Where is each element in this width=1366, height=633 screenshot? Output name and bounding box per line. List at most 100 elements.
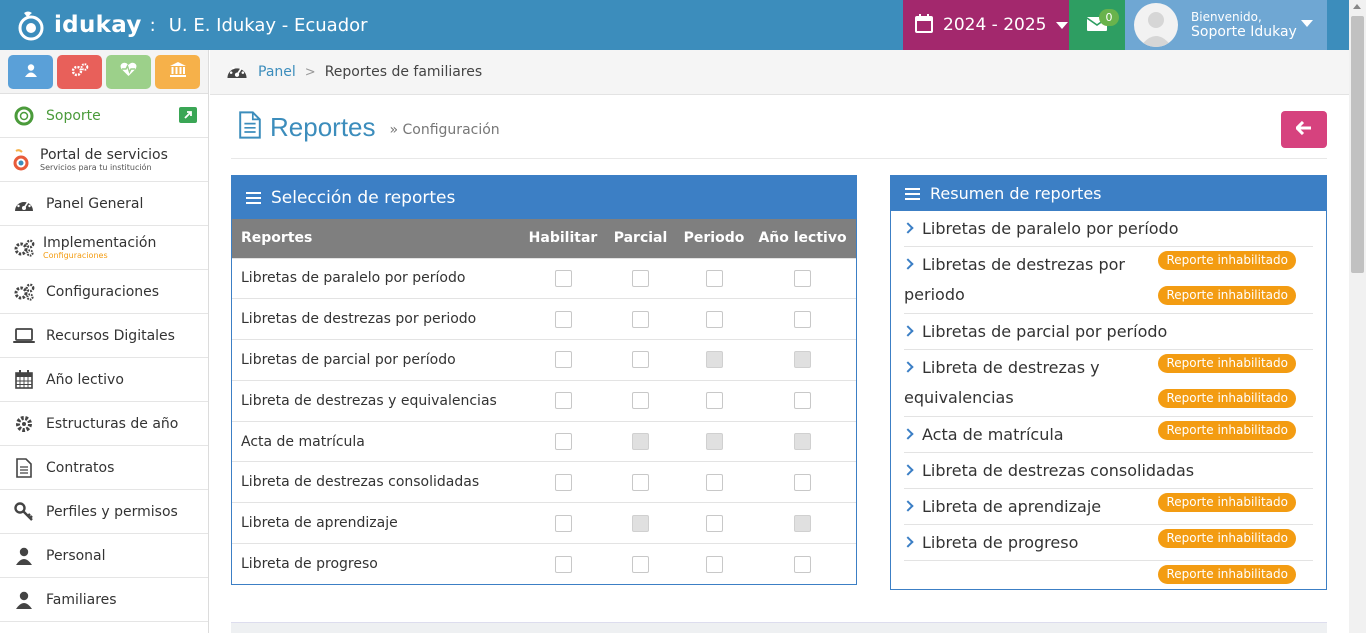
periodo-checkbox[interactable]	[705, 555, 723, 573]
table-cell	[524, 502, 602, 544]
list-item[interactable]: Libreta de aprendizaje Reporte inhabilita…	[902, 489, 1313, 525]
table-cell	[602, 379, 679, 422]
list-icon	[246, 191, 261, 204]
parcial-checkbox[interactable]	[632, 269, 649, 287]
table-cell	[679, 502, 749, 544]
chevron-right-icon	[902, 464, 914, 476]
sidebar-item-contratos[interactable]: Contratos	[0, 446, 208, 490]
habilitar-checkbox[interactable]	[554, 392, 572, 410]
sidebar-item-personal[interactable]: Personal	[0, 534, 208, 578]
habilitar-checkbox[interactable]	[554, 514, 572, 532]
periodo-checkbox[interactable]	[705, 473, 723, 491]
footer-bar	[231, 622, 1327, 633]
logo-text: idukay	[54, 12, 142, 38]
page-scrollbar[interactable]	[1349, 0, 1366, 633]
page-subtitle: » Configuración	[389, 122, 500, 138]
habilitar-checkbox[interactable]	[554, 269, 572, 287]
status-badge: Reporte inhabilitado	[1158, 286, 1296, 305]
status-badge: Reporte inhabilitado	[1158, 354, 1296, 373]
periodo-checkbox[interactable]	[705, 310, 723, 328]
quick-health-button[interactable]	[106, 54, 151, 89]
sidebar-item-estructuras-ano[interactable]: Estructuras de año	[0, 402, 208, 446]
periodo-checkbox[interactable]	[705, 269, 723, 287]
messages-button[interactable]: 0	[1069, 0, 1125, 50]
summary-item-label: Libreta de destrezas y	[922, 358, 1100, 377]
habilitar-checkbox[interactable]	[554, 473, 572, 491]
sidebar-item-perfiles-permisos[interactable]: Perfiles y permisos	[0, 490, 208, 534]
sidebar-item-recursos-digitales[interactable]: Recursos Digitales	[0, 314, 208, 358]
sidebar-item-portal-servicios[interactable]: Portal de servicios Servicios para tu in…	[0, 138, 208, 182]
quick-user-button[interactable]	[8, 54, 53, 89]
chevron-right-icon	[902, 500, 914, 512]
laptop-icon	[12, 325, 36, 347]
report-name: Libretas de paralelo por período	[232, 257, 524, 299]
gears-icon	[12, 281, 36, 303]
habilitar-checkbox[interactable]	[554, 433, 572, 451]
scroll-thumb[interactable]	[1351, 16, 1364, 273]
chevron-right-icon	[902, 361, 914, 373]
column-header-periodo: Periodo	[679, 219, 749, 258]
list-item[interactable]: Acta de matrícula Reporte inhabilitado	[902, 417, 1313, 453]
habilitar-checkbox[interactable]	[554, 555, 572, 573]
ano-lectivo-checkbox[interactable]	[794, 269, 811, 287]
habilitar-checkbox[interactable]	[554, 351, 572, 369]
panel-title: Resumen de reportes	[930, 184, 1102, 203]
gears-icon	[71, 62, 89, 81]
parcial-checkbox[interactable]	[632, 351, 649, 369]
sidebar-item-label: Configuraciones	[46, 283, 160, 300]
report-summary-panel: Resumen de reportes Libretas de paralelo…	[890, 175, 1327, 590]
sidebar-item-implementacion[interactable]: Implementación Configuraciones	[0, 226, 208, 270]
sidebar-item-panel-general[interactable]: Panel General	[0, 182, 208, 226]
table-cell	[524, 298, 602, 340]
table-cell	[602, 502, 679, 544]
ano-lectivo-checkbox[interactable]	[794, 555, 811, 573]
sidebar-item-ano-lectivo[interactable]: Año lectivo	[0, 358, 208, 402]
breadcrumb-panel-link[interactable]: Panel	[258, 64, 296, 80]
report-name: Libreta de progreso	[232, 543, 524, 585]
report-name: Libreta de aprendizaje	[232, 502, 524, 544]
sidebar-item-familiares[interactable]: Familiares	[0, 578, 208, 622]
page-header: Reportes » Configuración	[231, 97, 1327, 159]
messages-count-badge: 0	[1099, 9, 1119, 26]
parcial-checkbox[interactable]	[632, 473, 649, 491]
periodo-checkbox[interactable]	[705, 514, 723, 532]
report-selection-table: Reportes Habilitar Parcial Periodo Año l…	[232, 219, 856, 585]
external-link-icon[interactable]	[179, 107, 197, 123]
habilitar-checkbox[interactable]	[554, 310, 572, 328]
dashboard-icon	[12, 193, 36, 215]
back-button[interactable]	[1281, 111, 1327, 148]
sidebar-item-label: Soporte	[46, 107, 101, 124]
chevron-right-icon	[902, 536, 914, 548]
list-item[interactable]: Libretas de destrezas por periodo Reporte …	[902, 247, 1313, 314]
breadcrumb: Panel > Reportes de familiares	[210, 50, 1349, 95]
column-header-parcial: Parcial	[602, 219, 679, 258]
ano-lectivo-checkbox[interactable]	[794, 310, 811, 328]
scroll-up-arrow-icon[interactable]	[1353, 4, 1361, 9]
status-badge: Reporte inhabilitado	[1158, 529, 1296, 548]
sidebar-item-configuraciones[interactable]: Configuraciones	[0, 270, 208, 314]
ano-lectivo-checkbox[interactable]	[794, 473, 811, 491]
quick-institution-button[interactable]	[155, 54, 200, 89]
quick-settings-button[interactable]	[57, 54, 102, 89]
sidebar-item-label: Personal	[46, 547, 106, 564]
periodo-checkbox[interactable]	[705, 392, 723, 410]
parcial-checkbox[interactable]	[632, 555, 649, 573]
logo[interactable]: idukay : U. E. Idukay - Ecuador	[16, 0, 368, 50]
list-item[interactable]: Libreta de destrezas y equivalencias Repor…	[902, 350, 1313, 417]
list-item[interactable]: Libretas de paralelo por período	[902, 211, 1313, 247]
welcome-label: Bienvenido,	[1191, 10, 1262, 24]
school-year-dropdown[interactable]: 2024 - 2025	[903, 0, 1069, 50]
user-menu[interactable]: Bienvenido, Soporte Idukay	[1125, 0, 1327, 50]
summary-item-label: Libretas de parcial por período	[922, 322, 1168, 341]
list-item[interactable]: Libreta de destrezas consolidadas	[902, 453, 1313, 489]
chevron-right-icon	[902, 428, 914, 440]
sidebar-item-soporte[interactable]: Soporte	[0, 94, 208, 138]
table-cell	[602, 420, 679, 462]
parcial-checkbox[interactable]	[632, 392, 649, 410]
table-cell	[749, 257, 856, 299]
sidebar-item-sublabel: Servicios para tu institución	[40, 162, 152, 172]
list-item[interactable]: Libretas de parcial por período	[902, 314, 1313, 350]
list-item[interactable]: Libreta de progreso Reporte inhabilitado R…	[902, 525, 1313, 584]
ano-lectivo-checkbox[interactable]	[794, 392, 811, 410]
parcial-checkbox[interactable]	[632, 310, 649, 328]
